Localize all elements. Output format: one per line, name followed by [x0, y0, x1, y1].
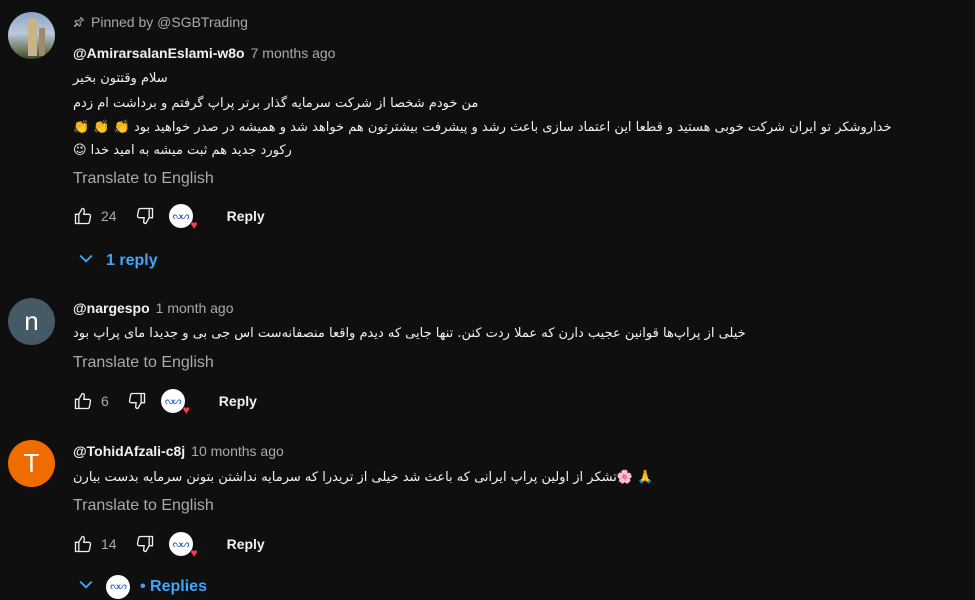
comment-text-line: خیلی از پراپ‌ها قوانین عجیب دارن که عملا…: [73, 326, 746, 341]
thumbs-up-icon[interactable]: [73, 534, 93, 554]
comment-time[interactable]: 1 month ago: [156, 300, 234, 316]
translate-link[interactable]: Translate to English: [73, 497, 214, 515]
avatar-letter: T: [23, 448, 40, 478]
comment-author[interactable]: @TohidAfzali-c8j: [73, 443, 185, 459]
like-count: 24: [101, 208, 117, 224]
thumbs-down-icon[interactable]: [135, 534, 155, 554]
chevron-down-icon: [76, 248, 96, 273]
reply-button[interactable]: Reply: [227, 536, 265, 552]
avatar[interactable]: [8, 12, 55, 59]
comment-text-line: سلام وقتتون بخیر: [73, 71, 168, 86]
comment-time[interactable]: 7 months ago: [251, 45, 336, 61]
like-count: 6: [101, 393, 109, 409]
view-replies-button[interactable]: 1 reply: [76, 248, 158, 273]
pin-icon: [73, 16, 85, 28]
comment-author[interactable]: @AmirarsalanEslami-w8o: [73, 45, 245, 61]
comment-text-line: 🙏 🌸تشکر از اولین پراپ ایرانی که باعث شد …: [73, 470, 654, 485]
replies-count[interactable]: 1 reply: [106, 252, 158, 270]
pinned-label: Pinned by @SGBTrading: [73, 14, 248, 30]
comment-text-line: خداروشکر تو ایران شرکت خوبی هستید و قطعا…: [73, 120, 892, 135]
avatar[interactable]: n: [8, 298, 55, 345]
like-count: 14: [101, 536, 117, 552]
chevron-down-icon: [76, 574, 96, 599]
comment-text-line: رکورد جدید هم ثبت میشه به امید خدا 😉: [73, 143, 292, 158]
translate-link[interactable]: Translate to English: [73, 170, 214, 188]
creator-heart-icon: ᔓᔕ ♥: [160, 389, 190, 417]
thumbs-up-icon[interactable]: [73, 391, 93, 411]
avatar-letter: n: [24, 306, 39, 336]
comment-text-line: من خودم شخصا از شرکت سرمایه گذار برتر پر…: [73, 96, 479, 111]
replies-count[interactable]: • Replies: [140, 578, 207, 596]
thumbs-down-icon[interactable]: [135, 206, 155, 226]
translate-link[interactable]: Translate to English: [73, 354, 214, 372]
thumbs-up-icon[interactable]: [73, 206, 93, 226]
comment-time[interactable]: 10 months ago: [191, 443, 284, 459]
pinned-text: Pinned by @SGBTrading: [91, 14, 248, 30]
reply-button[interactable]: Reply: [227, 208, 265, 224]
thumbs-down-icon[interactable]: [127, 391, 147, 411]
reply-button[interactable]: Reply: [219, 393, 257, 409]
avatar[interactable]: T: [8, 440, 55, 487]
view-replies-button[interactable]: ᔓᔕ • Replies: [76, 574, 207, 599]
creator-heart-icon: ᔓᔕ ♥: [168, 204, 198, 232]
creator-heart-icon: ᔓᔕ ♥: [168, 532, 198, 560]
comment-author[interactable]: @nargespo: [73, 300, 150, 316]
creator-avatar-icon: ᔓᔕ: [106, 574, 130, 599]
